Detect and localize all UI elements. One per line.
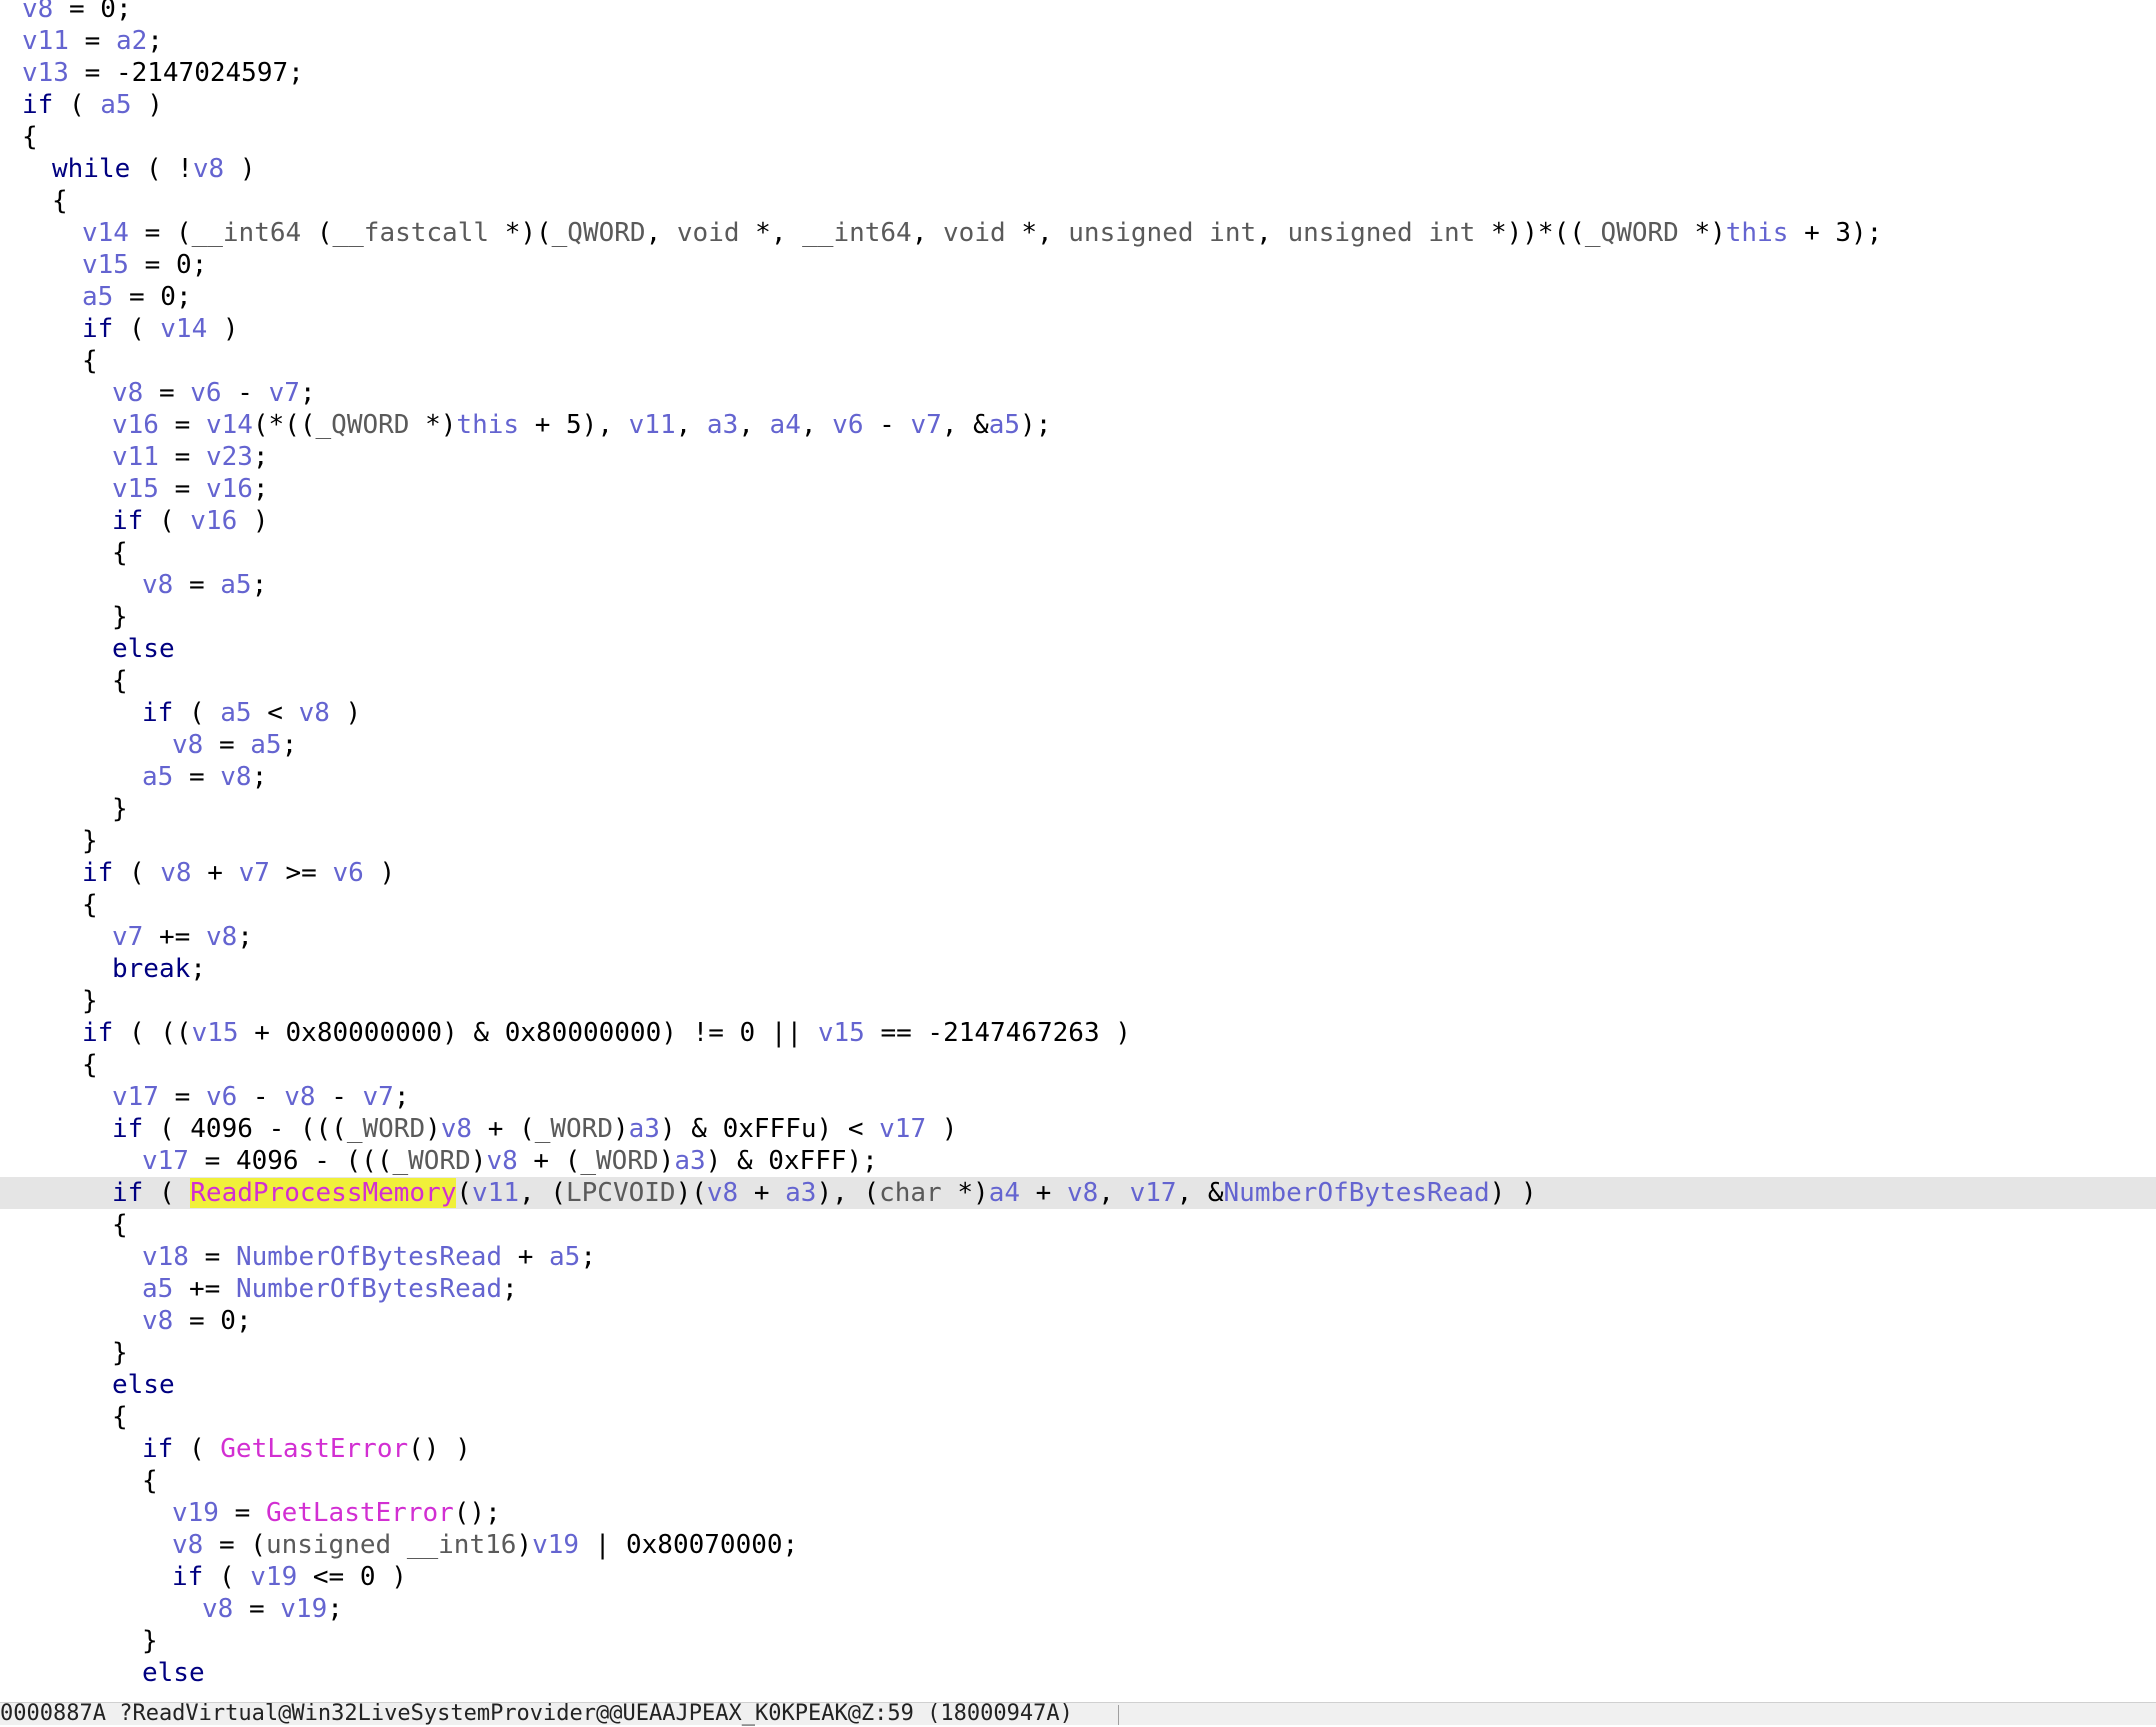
code-line[interactable]: { (0, 1401, 2156, 1433)
code-line[interactable]: v14 = (__int64 (__fastcall *)(_QWORD, vo… (0, 217, 2156, 249)
code-line[interactable]: v16 = v14(*((_QWORD *)this + 5), v11, a3… (0, 409, 2156, 441)
code-line[interactable]: v17 = v6 - v8 - v7; (0, 1081, 2156, 1113)
code-line[interactable]: a5 = v8; (0, 761, 2156, 793)
status-separator (1118, 1705, 1119, 1725)
code-line[interactable]: break; (0, 953, 2156, 985)
code-line[interactable]: v8 = v6 - v7; (0, 377, 2156, 409)
status-location-text: 0000887A ?ReadVirtual@Win32LiveSystemPro… (0, 1701, 1073, 1726)
code-line[interactable]: { (0, 345, 2156, 377)
code-line[interactable]: a5 += NumberOfBytesRead; (0, 1273, 2156, 1305)
code-line[interactable]: else (0, 1369, 2156, 1401)
code-line[interactable]: else (0, 1657, 2156, 1689)
code-line[interactable]: while ( !v8 ) (0, 153, 2156, 185)
status-bar: 0000887A ?ReadVirtual@Win32LiveSystemPro… (0, 1701, 2156, 1726)
code-line[interactable]: v8 = a5; (0, 729, 2156, 761)
code-line[interactable]: if ( v19 <= 0 ) (0, 1561, 2156, 1593)
code-line[interactable]: v11 = v23; (0, 441, 2156, 473)
code-line[interactable]: v11 = a2; (0, 25, 2156, 57)
code-line[interactable]: } (0, 825, 2156, 857)
code-line[interactable]: v8 = a5; (0, 569, 2156, 601)
code-line[interactable]: v7 += v8; (0, 921, 2156, 953)
code-line[interactable]: if ( v14 ) (0, 313, 2156, 345)
code-line[interactable]: if ( ((v15 + 0x80000000) & 0x80000000) !… (0, 1017, 2156, 1049)
code-line[interactable]: if ( v8 + v7 >= v6 ) (0, 857, 2156, 889)
code-line[interactable]: { (0, 537, 2156, 569)
code-line[interactable]: { (0, 665, 2156, 697)
code-line[interactable]: } (0, 793, 2156, 825)
code-line[interactable]: if ( v16 ) (0, 505, 2156, 537)
code-line[interactable]: a5 = 0; (0, 281, 2156, 313)
code-line[interactable]: { (0, 121, 2156, 153)
code-line[interactable]: } (0, 601, 2156, 633)
code-line[interactable]: { (0, 1049, 2156, 1081)
code-line[interactable]: if ( a5 < v8 ) (0, 697, 2156, 729)
code-line[interactable]: } (0, 985, 2156, 1017)
code-line[interactable]: v15 = 0; (0, 249, 2156, 281)
code-line[interactable]: v17 = 4096 - (((_WORD)v8 + (_WORD)a3) & … (0, 1145, 2156, 1177)
code-line[interactable]: v8 = 0; (0, 1305, 2156, 1337)
code-line[interactable]: v8 = 0; (0, 0, 2156, 25)
code-line[interactable]: v13 = -2147024597; (0, 57, 2156, 89)
code-line[interactable]: if ( GetLastError() ) (0, 1433, 2156, 1465)
code-line[interactable]: } (0, 1625, 2156, 1657)
code-line[interactable]: v15 = v16; (0, 473, 2156, 505)
code-line[interactable]: else (0, 633, 2156, 665)
code-line[interactable]: if ( a5 ) (0, 89, 2156, 121)
code-line[interactable]: { (0, 889, 2156, 921)
code-line[interactable]: { (0, 1465, 2156, 1497)
code-line[interactable]: if ( 4096 - (((_WORD)v8 + (_WORD)a3) & 0… (0, 1113, 2156, 1145)
code-line[interactable]: v19 = GetLastError(); (0, 1497, 2156, 1529)
code-line[interactable]: if ( ReadProcessMemory(v11, (LPCVOID)(v8… (0, 1177, 2156, 1209)
code-line[interactable]: { (0, 1209, 2156, 1241)
code-line[interactable]: { (0, 185, 2156, 217)
code-line[interactable]: } (0, 1337, 2156, 1369)
code-line[interactable]: v8 = (unsigned __int16)v19 | 0x80070000; (0, 1529, 2156, 1561)
code-line[interactable]: v18 = NumberOfBytesRead + a5; (0, 1241, 2156, 1273)
code-line[interactable]: v8 = v19; (0, 1593, 2156, 1625)
